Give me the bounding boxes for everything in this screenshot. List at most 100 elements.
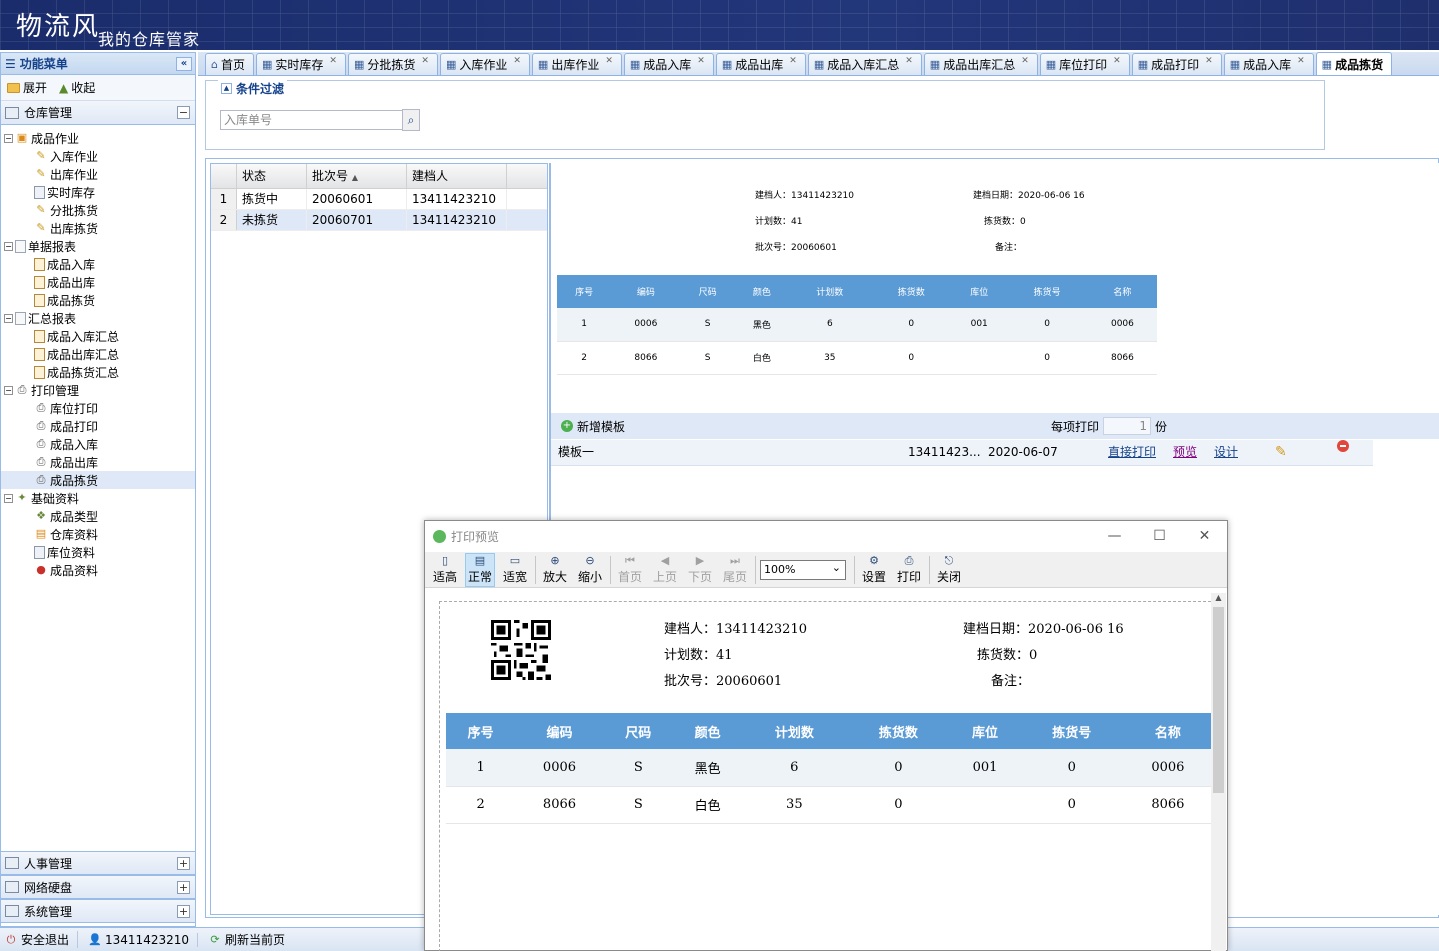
preview-toolbar-button[interactable]: ▯ 适高: [430, 553, 460, 587]
maximize-button[interactable]: ☐: [1137, 521, 1182, 552]
section-collapse-toggle[interactable]: −: [177, 106, 190, 119]
template-row[interactable]: 模板一 13411423... 2020-06-07 直接打印 预览 设计 ✎: [551, 440, 1373, 466]
tab-close-icon[interactable]: ✕: [421, 56, 429, 66]
zoom-select[interactable]: 100%: [760, 559, 846, 580]
tree-node[interactable]: ⎙ 成品拣货: [1, 471, 195, 489]
tree-node[interactable]: 成品出库: [1, 273, 195, 291]
section-expand-toggle[interactable]: +: [177, 880, 190, 894]
add-template-button[interactable]: + 新增模板: [561, 418, 625, 435]
close-window-button[interactable]: ✕: [1182, 521, 1227, 552]
collapse-all-button[interactable]: ▲ 收起: [59, 79, 95, 96]
preview-toolbar-button[interactable]: ⎋ 关闭: [934, 553, 964, 587]
tab-item[interactable]: ▦ 成品入库 ✕: [1223, 53, 1314, 75]
grid-col-status[interactable]: 状态: [237, 164, 307, 188]
tree-node[interactable]: − ▣ 成品作业: [1, 129, 195, 147]
table-row[interactable]: 1 拣货中 20060601 13411423210: [211, 189, 547, 210]
tree-node[interactable]: − 汇总报表: [1, 309, 195, 327]
tree-node[interactable]: 实时库存: [1, 183, 195, 201]
tree-node[interactable]: ❖ 成品类型: [1, 507, 195, 525]
tab-item[interactable]: ▦ 分批拣货 ✕: [347, 53, 438, 75]
current-user[interactable]: 👤 13411423210: [88, 932, 198, 947]
tree-node[interactable]: 成品入库: [1, 255, 195, 273]
tab-close-icon[interactable]: ✕: [905, 56, 913, 66]
table-row[interactable]: 2 未拣货 20060701 13411423210: [211, 210, 547, 231]
tree-node[interactable]: ⎙ 成品入库: [1, 435, 195, 453]
tab-close-icon[interactable]: ✕: [1297, 56, 1305, 66]
tab-item[interactable]: ▦ 入库作业 ✕: [439, 53, 530, 75]
preview-toolbar-button[interactable]: ⚙ 设置: [859, 553, 889, 587]
tree-node[interactable]: ✎ 出库作业: [1, 165, 195, 183]
tree-node[interactable]: ✎ 出库拣货: [1, 219, 195, 237]
scroll-up-icon[interactable]: ▲: [1211, 593, 1226, 605]
design-link[interactable]: 设计: [1214, 440, 1238, 464]
filter-legend[interactable]: ▲ 条件过滤: [218, 80, 288, 97]
tree-node[interactable]: 成品拣货: [1, 291, 195, 309]
section-header[interactable]: 人事管理 +: [1, 851, 195, 875]
collapse-panel-button[interactable]: «: [176, 56, 192, 71]
tree-toggle-minus-icon[interactable]: −: [4, 313, 13, 323]
tree-node[interactable]: ⎙ 成品出库: [1, 453, 195, 471]
section-header[interactable]: 系统管理 +: [1, 899, 195, 923]
preview-toolbar-button[interactable]: ▤ 正常: [465, 552, 495, 587]
tree-node[interactable]: ✎ 分批拣货: [1, 201, 195, 219]
preview-toolbar-button[interactable]: ⊖ 缩小: [575, 553, 605, 587]
collapse-up-icon[interactable]: ▲: [221, 83, 232, 94]
inbound-number-search-input[interactable]: 入库单号: [220, 110, 405, 130]
preview-toolbar-button[interactable]: ▭ 适宽: [500, 553, 530, 587]
tree-node[interactable]: ● 成品资料: [1, 561, 195, 579]
grid-col-batch[interactable]: 批次号 ▲: [307, 164, 407, 188]
minimize-button[interactable]: —: [1092, 521, 1137, 552]
scroll-thumb[interactable]: [1213, 607, 1224, 793]
tree-node[interactable]: ⎙ 成品打印: [1, 417, 195, 435]
tab-item[interactable]: ▦ 成品出库汇总 ✕: [923, 53, 1038, 75]
tab-item[interactable]: ▦ 成品打印 ✕: [1131, 53, 1222, 75]
tab-close-icon[interactable]: ✕: [697, 56, 705, 66]
tab-item[interactable]: ▦ 成品拣货: [1315, 52, 1393, 75]
tab-close-icon[interactable]: ✕: [1021, 56, 1029, 66]
direct-print-link[interactable]: 直接打印: [1108, 440, 1156, 464]
tree-node[interactable]: 库位资料: [1, 543, 195, 561]
tab-close-icon[interactable]: ✕: [329, 56, 337, 66]
tab-item[interactable]: ▦ 实时库存 ✕: [256, 53, 346, 75]
tree-node[interactable]: − ⎙ 打印管理: [1, 381, 195, 399]
tree-node[interactable]: 成品入库汇总: [1, 327, 195, 345]
tab-item[interactable]: ▦ 成品入库汇总 ✕: [807, 53, 922, 75]
tab-close-icon[interactable]: ✕: [513, 56, 521, 66]
edit-pencil-icon[interactable]: ✎: [1275, 440, 1287, 464]
preview-link[interactable]: 预览: [1173, 440, 1197, 464]
tree-node[interactable]: ✎ 入库作业: [1, 147, 195, 165]
logout-button[interactable]: ⏻ 安全退出: [4, 931, 79, 948]
preview-toolbar-button[interactable]: ⊕ 放大: [540, 553, 570, 587]
tab-item[interactable]: ▦ 出库作业 ✕: [531, 53, 622, 75]
preview-toolbar-button[interactable]: ⎙ 打印: [894, 553, 924, 587]
tree-toggle-minus-icon[interactable]: −: [4, 241, 13, 251]
tree-node[interactable]: − ✦ 基础资料: [1, 489, 195, 507]
tree-node[interactable]: ▤ 仓库资料: [1, 525, 195, 543]
preview-scrollbar[interactable]: ▲: [1211, 593, 1226, 951]
tab-item[interactable]: ⌂ 首页: [205, 53, 254, 75]
tree-toggle-minus-icon[interactable]: −: [4, 493, 13, 503]
tree-node[interactable]: 成品拣货汇总: [1, 363, 195, 381]
tab-close-icon[interactable]: ✕: [1113, 56, 1121, 66]
grid-col-creator[interactable]: 建档人: [407, 164, 507, 188]
tree-node[interactable]: ⎙ 库位打印: [1, 399, 195, 417]
tree-node[interactable]: − 单据报表: [1, 237, 195, 255]
copies-input[interactable]: 1: [1103, 417, 1151, 435]
tab-item[interactable]: ▦ 成品入库 ✕: [623, 53, 714, 75]
tab-close-icon[interactable]: ✕: [789, 56, 797, 66]
tree-toggle-minus-icon[interactable]: −: [4, 133, 13, 143]
section-expand-toggle[interactable]: +: [177, 856, 190, 870]
tree-toggle-minus-icon[interactable]: −: [4, 385, 13, 395]
tab-item[interactable]: ▦ 成品出库 ✕: [715, 53, 806, 75]
tab-close-icon[interactable]: ✕: [1205, 56, 1213, 66]
tab-close-icon[interactable]: ✕: [605, 56, 613, 66]
search-button[interactable]: ⌕: [402, 109, 420, 131]
section-expand-toggle[interactable]: +: [177, 904, 190, 918]
section-warehouse-header[interactable]: 仓库管理 −: [1, 101, 195, 125]
tab-item[interactable]: ▦ 库位打印 ✕: [1039, 53, 1130, 75]
print-preview-titlebar[interactable]: 打印预览 — ☐ ✕: [425, 521, 1227, 552]
refresh-page-button[interactable]: ⟳ 刷新当前页: [208, 931, 293, 948]
tree-node[interactable]: 成品出库汇总: [1, 345, 195, 363]
section-header[interactable]: 网络硬盘 +: [1, 875, 195, 899]
expand-all-button[interactable]: 展开: [7, 79, 47, 96]
